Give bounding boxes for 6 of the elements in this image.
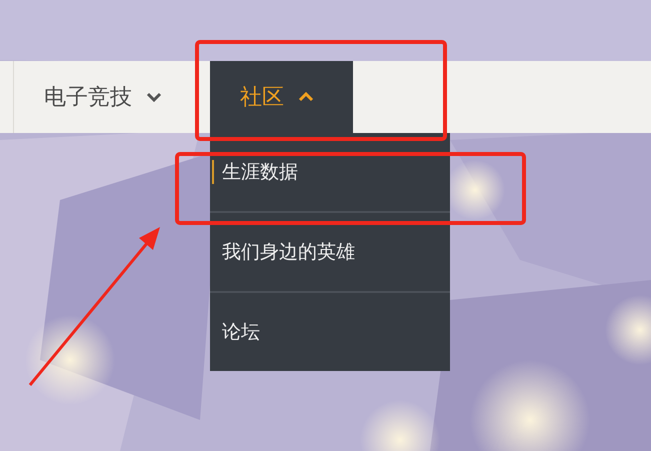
nav-tab[interactable]: 电子竞技: [14, 61, 210, 133]
chevron-down-icon: [146, 92, 162, 102]
menu-item[interactable]: 我们身边的英雄: [212, 240, 355, 264]
chevron-up-icon: [298, 92, 314, 102]
menu-item[interactable]: 生涯数据: [212, 160, 298, 184]
menu-item[interactable]: 论坛: [212, 320, 260, 344]
